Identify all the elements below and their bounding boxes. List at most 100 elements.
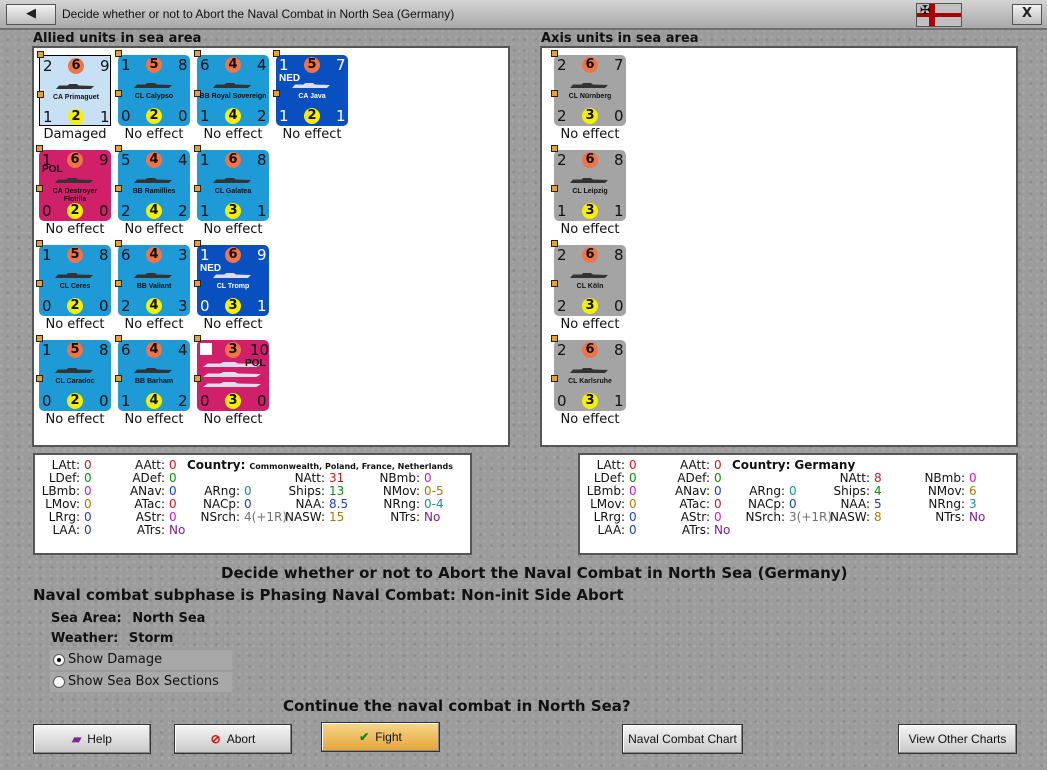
naval-combat-chart-button[interactable]: Naval Combat Chart — [622, 724, 743, 754]
range-value: 1 — [257, 297, 267, 315]
stat-value: 0-5 — [424, 484, 444, 498]
aa-value: 1 — [121, 392, 131, 410]
stat-item: NAA: 5 — [815, 497, 881, 511]
unit-counter[interactable]: 1310030POL — [194, 335, 269, 411]
defense-value: 3 — [225, 342, 241, 358]
attack-value: 1 — [200, 151, 210, 169]
stat-label: LAA: — [597, 523, 625, 537]
unit-counter[interactable]: 1 5 8 0 2 0 CL Ceres — [36, 240, 111, 316]
class-value: 3 — [225, 203, 241, 219]
unit-name: CL Calypso — [134, 93, 174, 100]
class-value: 3 — [582, 108, 598, 124]
movement-value: 9 — [100, 57, 110, 75]
ship-silhouette-icon — [55, 273, 93, 278]
stat-label: NRng: — [383, 497, 420, 511]
stat-value: 0 — [244, 497, 252, 511]
radio-unselected-icon[interactable] — [53, 676, 65, 688]
attack-value: 2 — [557, 151, 567, 169]
unit-counter[interactable]: 6 4 4 1 4 2 BB Royal Sovereign — [194, 50, 269, 126]
stat-label: LBmb: — [586, 484, 625, 498]
unit-counter[interactable]: 2 6 7 2 3 0 CL Nürnberg — [551, 50, 626, 126]
unit-counter[interactable]: 1 6 8 1 3 1 CL Galatea — [194, 145, 269, 221]
unit-counter[interactable]: 2 6 8 2 3 0 CL Köln — [551, 240, 626, 316]
stat-item: NASW: 8 — [815, 510, 882, 524]
checkmark-icon: ✔ — [359, 730, 370, 744]
combat-result: No effect — [45, 412, 105, 427]
stat-value: 0 — [629, 497, 637, 511]
back-button[interactable]: ◀ — [6, 4, 56, 25]
stat-item: LRrg: 0 — [580, 510, 637, 524]
abort-button[interactable]: ⊘ Abort — [174, 724, 292, 754]
close-button[interactable]: X — [1012, 4, 1042, 25]
unit-counter[interactable]: 6 4 3 2 4 3 BB Valiant — [115, 240, 190, 316]
ship-silhouette-icon — [570, 273, 608, 278]
range-value: 0 — [614, 107, 624, 125]
country-value: Commonwealth, Poland, France, Netherland… — [249, 462, 454, 471]
stat-label: ARng: — [204, 484, 240, 498]
abort-label: Abort — [226, 732, 256, 746]
movement-value: 8 — [614, 246, 624, 264]
combat-result: Damaged — [43, 127, 107, 142]
unit-name: BB Royal Sovereign — [199, 93, 267, 100]
stat-label: LBmb: — [41, 484, 80, 498]
stat-value: 0 — [244, 484, 252, 498]
stat-item: ATrs: No — [115, 523, 185, 537]
ship-silhouette-icon — [134, 178, 172, 183]
question-text: Continue the naval combat in North Sea? — [283, 697, 631, 715]
unit-counter[interactable]: 1 5 7 1 2 1 CA Java NED — [273, 50, 348, 126]
aa-value: 0 — [557, 392, 567, 410]
stat-label: NTrs: — [390, 510, 420, 524]
defense-value: 5 — [304, 57, 320, 73]
subphase-text: Naval combat subphase is Phasing Naval C… — [33, 586, 624, 604]
stat-label: ARng: — [749, 484, 785, 498]
marker-square-icon — [194, 375, 201, 382]
aa-value: 2 — [121, 297, 131, 315]
stat-value: No — [714, 523, 731, 537]
stat-label: Ships: — [833, 484, 870, 498]
unit-name: BB Valiant — [136, 283, 172, 290]
stat-label: ADef: — [132, 471, 165, 485]
aa-value: 0 — [42, 392, 52, 410]
show-sections-label: Show Sea Box Sections — [68, 674, 219, 689]
stat-label: LAtt: — [51, 458, 80, 472]
stat-label: NASW: — [829, 510, 870, 524]
sea-area-value: North Sea — [132, 611, 206, 626]
stat-item: AAtt: 0 — [660, 458, 722, 472]
unit-counter[interactable]: 2 6 8 0 3 1 CL Karlsruhe — [551, 335, 626, 411]
stat-item: AStr: 0 — [660, 510, 722, 524]
stat-item: LMov: 0 — [35, 497, 92, 511]
unit-name: CA Destroyer Flotilla — [52, 188, 98, 203]
help-button[interactable]: ▰ Help — [33, 724, 151, 754]
show-damage-option[interactable]: Show Damage — [50, 650, 232, 670]
show-sections-option[interactable]: Show Sea Box Sections — [50, 672, 232, 692]
unit-counter[interactable]: 2 6 9 1 2 1 CA Primaguet — [37, 51, 111, 126]
stat-item: NACp: 0 — [195, 497, 252, 511]
stat-item: NASW: 15 — [270, 510, 344, 524]
show-damage-label: Show Damage — [68, 652, 163, 667]
stat-label: NMov: — [382, 484, 420, 498]
combat-result: No effect — [124, 412, 184, 427]
ship-silhouette-icon — [134, 368, 172, 373]
stat-value: 0 — [84, 510, 92, 524]
stat-label: NBmb: — [379, 471, 420, 485]
unit-counter[interactable]: 1 5 8 0 2 0 CL Caradoc — [36, 335, 111, 411]
unit-counter[interactable]: 6 4 4 1 4 2 BB Barham — [115, 335, 190, 411]
stat-value: 13 — [329, 484, 345, 498]
unit-counter[interactable]: 2 6 8 1 3 1 CL Leipzig — [551, 145, 626, 221]
stat-item: LAA: 0 — [580, 523, 636, 537]
headline: Decide whether or not to Abort the Naval… — [221, 564, 848, 582]
fight-button[interactable]: ✔ Fight — [321, 722, 440, 752]
attack-value: 6 — [200, 56, 210, 74]
unit-counter[interactable]: 5 4 4 2 4 2 BB Ramillies — [115, 145, 190, 221]
stat-value: 0 — [629, 471, 637, 485]
radio-selected-icon[interactable] — [53, 654, 65, 666]
unit-counter[interactable]: 1 5 8 0 2 0 CL Calypso — [115, 50, 190, 126]
stat-item: Ships: 13 — [270, 484, 345, 498]
unit-counter[interactable]: 1 6 9 0 2 0 CA Destroyer Flotilla POL — [36, 145, 111, 221]
view-other-charts-button[interactable]: View Other Charts — [898, 724, 1017, 754]
unit-counter[interactable]: 1 6 9 0 3 1 CL Tromp NED — [194, 240, 269, 316]
stat-label: NRng: — [928, 497, 965, 511]
defense-value: 6 — [225, 152, 241, 168]
movement-value: 8 — [614, 341, 624, 359]
stat-label: LAA: — [52, 523, 80, 537]
